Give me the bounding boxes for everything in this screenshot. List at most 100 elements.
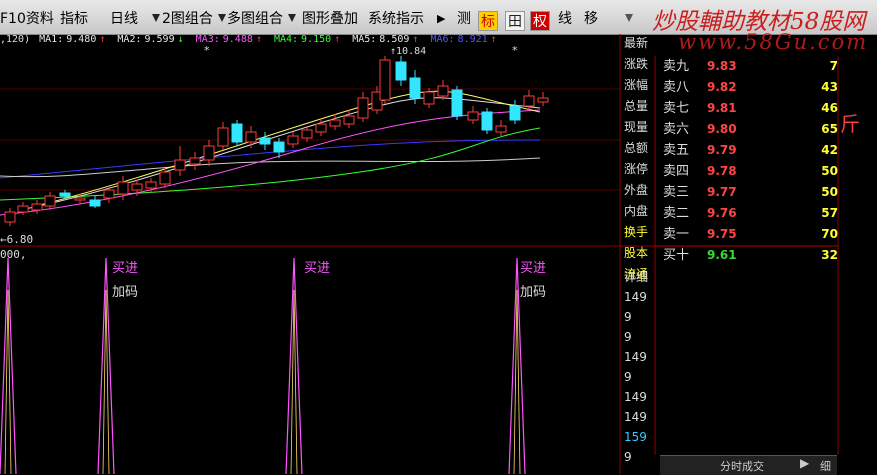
buy-order-row[interactable]: [655, 413, 838, 434]
candle-body: [245, 131, 257, 143]
candle-body: [509, 105, 521, 121]
order-label: 卖五: [663, 143, 690, 158]
quote-field-label: 现量: [624, 120, 649, 134]
candle-body: [103, 189, 115, 199]
order-label: 卖四: [663, 164, 690, 179]
candle-body: [451, 89, 463, 117]
order-qty: 57: [821, 206, 838, 220]
quote-field-label: 总额: [624, 141, 649, 155]
sub-chart-label: 000,: [0, 248, 27, 261]
order-label: 卖三: [663, 185, 690, 200]
candle-body: [17, 205, 29, 213]
buy-order-row[interactable]: [655, 308, 838, 329]
candle-body: [74, 197, 86, 201]
buy-order-row[interactable]: [655, 287, 838, 308]
signal-buy-3: 买进: [520, 261, 547, 276]
candle-body: [287, 135, 299, 145]
buy-order-row[interactable]: [655, 329, 838, 350]
tick-volume: 149: [624, 410, 647, 424]
candle-body: [31, 203, 43, 211]
order-qty: 50: [821, 185, 838, 199]
signal-add-1: 加码: [112, 285, 139, 300]
signal-add-3: 加码: [520, 285, 547, 300]
right-edge-char: 斤: [840, 112, 860, 136]
candle-body: [145, 181, 157, 189]
sell-order-row[interactable]: 卖九 9.83 7: [655, 56, 838, 77]
candle-body: [189, 157, 201, 165]
candle-body: [343, 115, 355, 125]
sell-order-row[interactable]: 卖五 9.79 42: [655, 140, 838, 161]
arrow-right-icon[interactable]: ▶: [800, 456, 809, 470]
signal-buy-2: 买进: [304, 261, 331, 276]
tick-volume: 9: [624, 370, 632, 384]
tick-volume: 159: [624, 430, 647, 444]
buy-order-row[interactable]: [655, 371, 838, 392]
sell-order-row[interactable]: 卖六 9.80 65: [655, 119, 838, 140]
candle-body: [523, 95, 535, 107]
candle-body: [379, 59, 391, 101]
order-price: 9.76: [707, 206, 737, 220]
tick-volume: 9: [624, 450, 632, 464]
tick-volume: 149: [624, 290, 647, 304]
sell-order-row[interactable]: 卖一 9.75 70: [655, 224, 838, 245]
tick-volume: 149: [624, 350, 647, 364]
order-qty: 70: [821, 227, 838, 241]
candle-body: [44, 195, 56, 207]
order-label: 卖一: [663, 227, 690, 242]
candle-body: [537, 97, 549, 103]
candle-body: [259, 137, 271, 145]
tick-volume: 149: [624, 390, 647, 404]
candle-body: [467, 111, 479, 121]
sell-order-row[interactable]: 卖二 9.76 57: [655, 203, 838, 224]
sell-order-row[interactable]: 卖三 9.77 50: [655, 182, 838, 203]
order-qty: 32: [821, 248, 838, 262]
order-label: 买十: [663, 248, 690, 263]
tab-detail[interactable]: 细: [820, 458, 831, 474]
quote-field-label: 外盘: [624, 183, 649, 197]
sell-order-row[interactable]: 卖八 9.82 43: [655, 77, 838, 98]
order-qty: 43: [821, 80, 838, 94]
tab-time-trades[interactable]: 分时成交: [720, 458, 764, 474]
quote-field-label: 总量: [624, 99, 649, 113]
candle-body: [423, 91, 435, 105]
buy-order-row[interactable]: [655, 392, 838, 413]
buy-order-row[interactable]: [655, 434, 838, 455]
bottom-tab-bar: 分时成交 ▶ 细: [660, 455, 837, 475]
order-price: 9.80: [707, 122, 737, 136]
order-label: 卖七: [663, 101, 690, 116]
order-label: 卖九: [663, 59, 690, 74]
candle-body: [59, 192, 71, 197]
buy-order-row[interactable]: [655, 350, 838, 371]
quote-field-label: 涨幅: [624, 78, 649, 92]
order-qty: 50: [821, 164, 838, 178]
candle-body: [357, 97, 369, 119]
candle-body: [174, 159, 186, 171]
candle-body: [273, 141, 285, 153]
candle-body: [203, 145, 215, 161]
quote-field-label: 股本: [624, 246, 649, 260]
order-price: 9.81: [707, 101, 737, 115]
ma5-line: [0, 157, 541, 178]
order-qty: 7: [829, 59, 838, 73]
buy-order-row[interactable]: [655, 266, 838, 287]
buy-order-row[interactable]: 买十 9.61 32: [655, 245, 838, 266]
high-price-label: ↑10.84: [390, 46, 427, 57]
candle-body: [117, 181, 129, 195]
low-price-label: ←6.80: [0, 233, 34, 246]
order-label: 卖八: [663, 80, 690, 95]
tick-volume: 9: [624, 310, 632, 324]
quote-field-label: 换手: [624, 225, 649, 239]
order-price: 9.75: [707, 227, 737, 241]
order-price: 9.79: [707, 143, 737, 157]
order-qty: 42: [821, 143, 838, 157]
candle-body: [4, 211, 16, 223]
candle-body: [329, 119, 341, 127]
sell-order-row[interactable]: 卖四 9.78 50: [655, 161, 838, 182]
candle-body: [395, 61, 407, 81]
sell-order-row[interactable]: 卖七 9.81 46: [655, 98, 838, 119]
detail-subtab[interactable]: 详细: [624, 268, 648, 285]
candle-body: [89, 199, 101, 207]
order-price: 9.82: [707, 80, 737, 94]
order-price: 9.77: [707, 185, 737, 199]
candle-body: [409, 77, 421, 99]
